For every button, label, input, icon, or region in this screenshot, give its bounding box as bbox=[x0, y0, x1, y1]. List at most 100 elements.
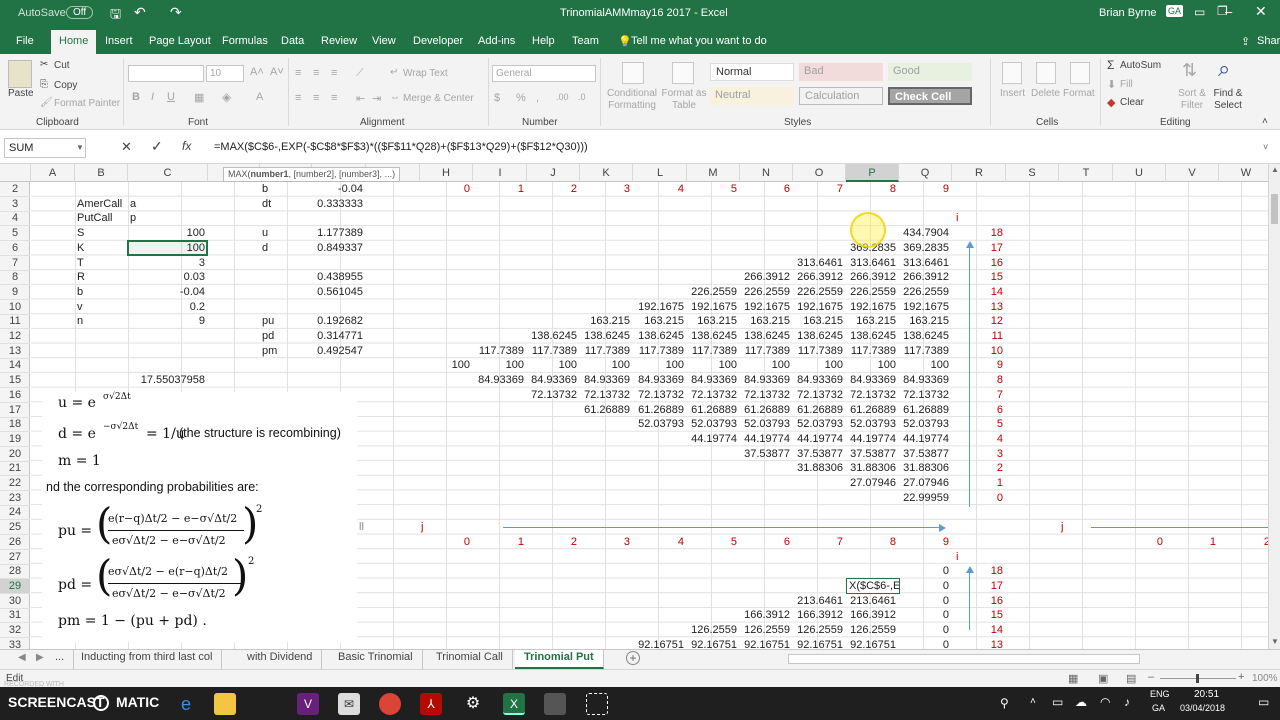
cell-r5[interactable]: 18 bbox=[955, 226, 1003, 240]
column-header-o[interactable]: O bbox=[793, 164, 846, 182]
zoom-slider-thumb[interactable] bbox=[1196, 674, 1199, 683]
cell-n32[interactable]: 126.2559 bbox=[742, 623, 790, 637]
format-cells-button[interactable]: Format bbox=[1063, 88, 1095, 99]
cell-b6[interactable]: K bbox=[77, 241, 125, 255]
cell-l13[interactable]: 117.7389 bbox=[636, 344, 684, 358]
page-layout-view-icon[interactable]: ▣ bbox=[1098, 672, 1108, 685]
restore-icon[interactable]: ❐ bbox=[1217, 4, 1228, 18]
cell-m9[interactable]: 226.2559 bbox=[689, 285, 737, 299]
cell-m32[interactable]: 126.2559 bbox=[689, 623, 737, 637]
next-sheet-icon[interactable]: ▶ bbox=[36, 652, 44, 663]
cell-q23[interactable]: 22.99959 bbox=[901, 491, 949, 505]
cell-u26[interactable]: 0 bbox=[1115, 535, 1163, 549]
row-header-13[interactable]: 13 bbox=[0, 344, 30, 359]
cell-k11[interactable]: 163.215 bbox=[582, 314, 630, 328]
cell-o17[interactable]: 61.26889 bbox=[795, 403, 843, 417]
tell-me-search[interactable]: Tell me what you want to do bbox=[631, 35, 767, 47]
merge-center-button[interactable]: Merge & Center bbox=[403, 93, 474, 104]
editing-cell-p29[interactable]: X($C$6-,E bbox=[846, 577, 900, 594]
font-color-icon[interactable]: A bbox=[256, 91, 263, 103]
format-painter-button[interactable]: Format Painter bbox=[54, 98, 120, 109]
cell-r16[interactable]: 7 bbox=[955, 388, 1003, 402]
cell-p10[interactable]: 192.1675 bbox=[848, 300, 896, 314]
cell-p14[interactable]: 100 bbox=[848, 358, 896, 372]
cell-q33[interactable]: 0 bbox=[901, 638, 949, 649]
cell-n9[interactable]: 226.2559 bbox=[742, 285, 790, 299]
row-header-26[interactable]: 26 bbox=[0, 535, 30, 550]
clear-icon[interactable]: ◆ bbox=[1107, 96, 1115, 109]
tab-review[interactable]: Review bbox=[321, 35, 357, 47]
cell-b3[interactable]: AmerCall bbox=[77, 197, 125, 211]
cell-r6[interactable]: 17 bbox=[955, 241, 1003, 255]
cell-p19[interactable]: 44.19774 bbox=[848, 432, 896, 446]
cell-j13[interactable]: 117.7389 bbox=[529, 344, 577, 358]
cell-r9[interactable]: 14 bbox=[955, 285, 1003, 299]
cell-j2[interactable]: 2 bbox=[529, 182, 577, 196]
cell-p21[interactable]: 31.88306 bbox=[848, 461, 896, 475]
tab-file[interactable]: File bbox=[16, 35, 34, 47]
cell-n14[interactable]: 100 bbox=[742, 358, 790, 372]
wrap-text-icon[interactable]: ↵ bbox=[390, 67, 398, 78]
cloud-icon[interactable]: ☁ bbox=[1075, 695, 1087, 709]
cell-p2[interactable]: 8 bbox=[848, 182, 896, 196]
cell-o2[interactable]: 7 bbox=[795, 182, 843, 196]
cell-p9[interactable]: 226.2559 bbox=[848, 285, 896, 299]
cell-o33[interactable]: 92.16751 bbox=[795, 638, 843, 649]
visual-studio-icon[interactable]: V bbox=[297, 693, 319, 715]
scroll-up-icon[interactable]: ▲ bbox=[1271, 165, 1279, 174]
font-size-select[interactable]: 10 bbox=[206, 65, 244, 82]
column-header-k[interactable]: K bbox=[580, 164, 633, 182]
row-header-25[interactable]: 25 bbox=[0, 520, 30, 536]
cell-i2[interactable]: 1 bbox=[476, 182, 524, 196]
zoom-in-icon[interactable]: + bbox=[1238, 671, 1244, 683]
app-icon[interactable] bbox=[544, 693, 566, 715]
cell-n10[interactable]: 192.1675 bbox=[742, 300, 790, 314]
decrease-indent-icon[interactable]: ⇤ bbox=[356, 92, 365, 105]
cell-q26[interactable]: 9 bbox=[901, 535, 949, 549]
cell-h26[interactable]: 0 bbox=[422, 535, 470, 549]
cell-q13[interactable]: 117.7389 bbox=[901, 344, 949, 358]
user-avatar[interactable]: GA bbox=[1166, 5, 1184, 17]
cell-j15[interactable]: 84.93369 bbox=[529, 373, 577, 387]
underline-icon[interactable]: U bbox=[167, 91, 175, 103]
row-header-18[interactable]: 18 bbox=[0, 417, 30, 433]
cell-f13[interactable]: 0.492547 bbox=[314, 344, 363, 358]
bold-icon[interactable]: B bbox=[132, 91, 140, 103]
cell-q30[interactable]: 0 bbox=[901, 594, 949, 608]
delete-cells-button[interactable]: Delete bbox=[1031, 88, 1060, 99]
cell-q10[interactable]: 192.1675 bbox=[901, 300, 949, 314]
cell-m10[interactable]: 192.1675 bbox=[689, 300, 737, 314]
row-header-10[interactable]: 10 bbox=[0, 300, 30, 315]
cell-r17[interactable]: 6 bbox=[955, 403, 1003, 417]
sheet-tab-dividend[interactable]: with Dividend bbox=[238, 650, 323, 669]
cell-j12[interactable]: 138.6245 bbox=[529, 329, 577, 343]
conditional-formatting-button[interactable]: Conditional Formatting bbox=[604, 88, 660, 112]
expand-formula-icon[interactable]: ˅ bbox=[1263, 142, 1268, 152]
cell-f12[interactable]: 0.314771 bbox=[314, 329, 363, 343]
format-as-table-icon[interactable] bbox=[672, 62, 694, 84]
increase-decimal-icon[interactable]: .00 bbox=[556, 92, 569, 102]
cell-n8[interactable]: 266.3912 bbox=[742, 270, 790, 284]
formula-input[interactable]: =MAX($C$6-,EXP(-$C$8*$F$3)*(($F$11*Q28)+… bbox=[214, 141, 588, 153]
clear-button[interactable]: Clear bbox=[1120, 97, 1144, 108]
name-box[interactable]: SUM bbox=[4, 138, 86, 158]
cell-r28[interactable]: 18 bbox=[955, 564, 1003, 578]
cell-b5[interactable]: S bbox=[77, 226, 125, 240]
row-header-27[interactable]: 27 bbox=[0, 550, 30, 565]
cell-k26[interactable]: 3 bbox=[582, 535, 630, 549]
orientation-icon[interactable]: ⟋ bbox=[356, 67, 364, 80]
wrap-text-button[interactable]: Wrap Text bbox=[403, 68, 448, 79]
cell-q7[interactable]: 313.6461 bbox=[901, 256, 949, 270]
style-neutral[interactable]: Neutral bbox=[710, 87, 794, 105]
cell-m2[interactable]: 5 bbox=[689, 182, 737, 196]
column-header-a[interactable]: A bbox=[31, 164, 75, 182]
cell-o16[interactable]: 72.13732 bbox=[795, 388, 843, 402]
cell-p20[interactable]: 37.53877 bbox=[848, 447, 896, 461]
chrome-icon[interactable] bbox=[379, 693, 401, 715]
cell-r12[interactable]: 11 bbox=[955, 329, 1003, 343]
column-header-t[interactable]: T bbox=[1060, 164, 1113, 182]
currency-icon[interactable]: $ bbox=[494, 92, 500, 104]
cell-k16[interactable]: 72.13732 bbox=[582, 388, 630, 402]
tab-formulas[interactable]: Formulas bbox=[222, 35, 268, 47]
sheet-tab-basic-trinomial[interactable]: Basic Trinomial bbox=[329, 650, 423, 669]
